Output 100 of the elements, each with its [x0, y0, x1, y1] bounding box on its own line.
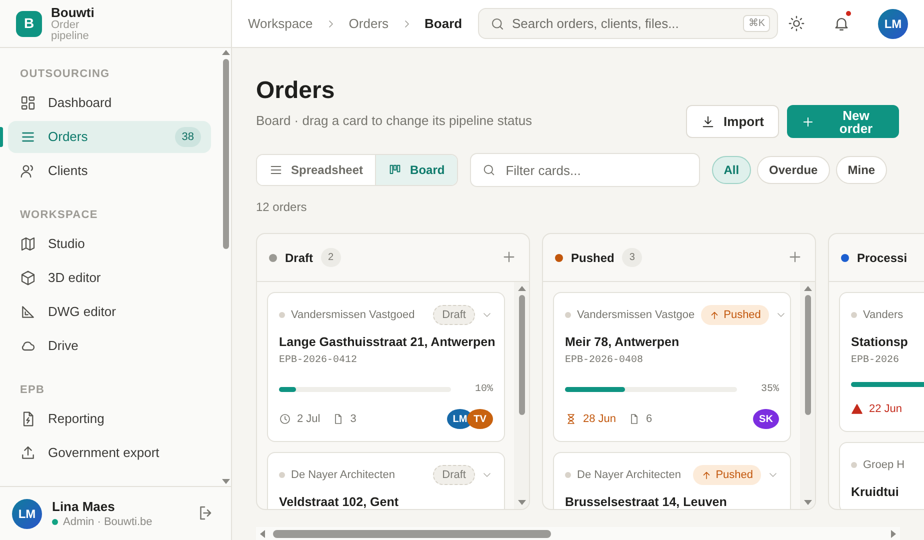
list-icon — [269, 163, 283, 177]
scrollbar[interactable] — [514, 282, 529, 509]
sidebar-item[interactable]: Drive — [8, 330, 211, 362]
file-count: 3 — [350, 412, 356, 427]
plus-icon — [801, 114, 815, 128]
user-role: Admin · Bouwti.be — [63, 514, 152, 528]
card-title: Stationsp — [851, 334, 909, 350]
card-title: Kruidtui — [851, 484, 900, 500]
count-badge: 3 — [622, 248, 642, 267]
filter-chip[interactable]: Mine — [836, 156, 888, 184]
sidebar-item[interactable]: Government export — [8, 437, 211, 469]
order-count: 12 orders — [256, 199, 308, 215]
column-title: Draft — [285, 250, 314, 266]
search-icon — [482, 163, 496, 177]
client-name: Vandersmissen Vastgoed — [291, 308, 415, 323]
user-avatar[interactable]: LM — [878, 8, 908, 38]
upload-icon — [20, 445, 36, 461]
section-heading: OUTSOURCING — [19, 67, 111, 82]
sidebar-item[interactable]: Studio — [8, 228, 211, 260]
client-name: De Nayer Architecten — [577, 468, 681, 483]
client-dot — [851, 462, 857, 468]
card-title: Meir 78, Antwerpen — [565, 334, 680, 350]
client-name: Vanders — [863, 308, 904, 323]
assignee-avatar: SK — [753, 409, 779, 429]
order-card[interactable]: Vandersmissen Vastgoe Pushed Meir 78, Antwerpen EPB-2026-0408 35% 28 Jun 6 SK — [553, 292, 791, 442]
status-pill[interactable]: Draft — [433, 305, 475, 325]
filter-field[interactable]: Filter cards... — [470, 153, 700, 187]
sidebar-item[interactable]: DWG editor — [8, 296, 211, 328]
breadcrumb-item: Board — [424, 14, 462, 33]
shortcut-hint: ⌘K — [743, 15, 770, 32]
card-title: Veldstraat 102, Gent — [279, 494, 400, 509]
app-name: Bouwti — [51, 5, 96, 20]
breadcrumb-item[interactable]: Workspace — [248, 14, 313, 34]
grid-icon — [20, 95, 36, 111]
page-title: Orders — [256, 76, 336, 106]
due-date: 22 Jun — [869, 402, 902, 417]
section-heading: EPB — [19, 383, 46, 398]
scrollbar[interactable] — [256, 527, 900, 540]
download-icon — [700, 114, 715, 128]
sidebar-item[interactable]: Reporting — [8, 403, 211, 435]
scrollbar[interactable] — [221, 48, 231, 486]
new-order-button[interactable]: New order — [787, 105, 899, 138]
sun-icon — [788, 14, 805, 32]
progress-percent: 35% — [760, 383, 779, 397]
import-button[interactable]: Import — [686, 105, 779, 138]
order-card[interactable]: Vanders Stationsp EPB-2026 22 Jun — [839, 292, 924, 432]
filter-chip[interactable]: Overdue — [757, 156, 830, 184]
order-card[interactable]: Vandersmissen Vastgoed Draft Lange Gasthuisstraat 21, Antwerpen EPB-2026-0412 10% 2 Jul 3 LM TV — [267, 292, 505, 442]
client-name: De Nayer Architecten — [291, 468, 395, 483]
client-dot — [279, 472, 285, 478]
breadcrumb-item[interactable]: Orders — [348, 14, 389, 34]
sidebar-item[interactable]: Clients — [8, 155, 211, 187]
status-pill[interactable]: Pushed — [700, 305, 769, 325]
due-date: 28 Jun — [583, 412, 616, 427]
assignee-avatar: TV — [467, 409, 493, 429]
file-icon — [628, 413, 640, 425]
client-name: Groep H — [863, 458, 905, 473]
order-code: EPB-2026-0408 — [565, 354, 644, 368]
client-dot — [565, 472, 571, 478]
view-tab[interactable]: Board — [375, 155, 457, 185]
status-pill[interactable]: Pushed — [692, 465, 761, 485]
user-avatar[interactable]: LM — [12, 498, 42, 528]
filter-chip[interactable]: All — [712, 156, 752, 184]
search-icon — [490, 16, 505, 31]
section-heading: WORKSPACE — [19, 208, 99, 223]
logo: B — [16, 10, 42, 36]
warning-icon — [851, 403, 863, 415]
board-icon — [388, 163, 402, 177]
page-subtitle: Board · drag a card to change its pipeline status — [256, 112, 532, 130]
arrow-up-icon — [700, 470, 712, 480]
card-title: Lange Gasthuisstraat 21, Antwerpen — [279, 334, 493, 350]
client-name: Vandersmissen Vastgoe — [577, 308, 695, 323]
count-badge: 38 — [174, 126, 201, 148]
file-count: 6 — [646, 412, 652, 427]
sidebar-item[interactable]: Dashboard — [8, 87, 211, 119]
map-icon — [20, 236, 36, 252]
clock-icon — [279, 413, 291, 425]
user-name: Lina Maes — [52, 498, 116, 514]
arrow-up-icon — [708, 310, 720, 320]
cube-icon — [20, 270, 36, 286]
due-date: 2 Jul — [297, 412, 320, 427]
status-pill[interactable]: Draft — [433, 465, 475, 485]
app-subtitle: Order pipeline — [51, 20, 90, 42]
progress-percent: 10% — [474, 383, 493, 397]
sidebar-item[interactable]: 3D editor — [8, 262, 211, 294]
file-icon — [332, 413, 344, 425]
people-icon — [20, 163, 36, 179]
order-card[interactable]: De Nayer Architecten Draft Veldstraat 102, Gent — [267, 452, 505, 509]
hourglass-icon — [565, 413, 577, 425]
scrollbar[interactable] — [800, 282, 815, 509]
order-card[interactable]: Groep H Kruidtui — [839, 442, 924, 509]
column-title: Processi — [857, 250, 908, 266]
order-code: EPB-2026 — [851, 354, 900, 368]
order-card[interactable]: De Nayer Architecten Pushed Brusselsestraat 14, Leuven — [553, 452, 791, 509]
card-title: Brusselsestraat 14, Leuven — [565, 494, 728, 509]
client-dot — [279, 312, 285, 318]
client-dot — [851, 312, 857, 318]
order-code: EPB-2026-0412 — [279, 354, 358, 368]
client-dot — [565, 312, 571, 318]
count-badge: 2 — [321, 248, 341, 267]
